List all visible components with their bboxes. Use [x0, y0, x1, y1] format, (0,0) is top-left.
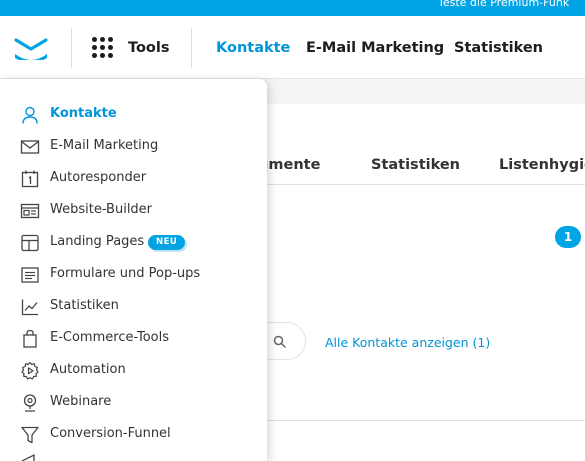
nav-email-marketing[interactable]: E-Mail Marketing	[306, 40, 444, 56]
user-icon	[22, 106, 38, 124]
menu-item-label: Webinare	[50, 394, 112, 409]
menu-item-webinare[interactable]: Webinare	[0, 389, 267, 417]
website-icon	[20, 203, 40, 219]
menu-item-autoresponder[interactable]: Autoresponder	[0, 165, 267, 193]
header-divider	[71, 28, 72, 68]
menu-item-label: Landing Pages	[50, 234, 145, 249]
menu-item-statistiken[interactable]: Statistiken	[0, 293, 267, 321]
menu-item-label: E-Mail Marketing	[50, 138, 159, 153]
app-header: Tools Kontakte E-Mail Marketing Statisti…	[0, 16, 585, 79]
menu-item-label: Kontakte	[50, 106, 117, 121]
menu-item-email-marketing[interactable]: E-Mail Marketing	[0, 133, 267, 161]
menu-item-automation[interactable]: Automation	[0, 357, 267, 385]
menu-item-website-builder[interactable]: Website-Builder	[0, 197, 267, 225]
search-icon	[273, 335, 286, 348]
layout-icon	[21, 234, 39, 252]
all-contacts-link[interactable]: Alle Kontakte anzeigen (1)	[325, 335, 490, 350]
new-badge: NEU	[148, 235, 186, 250]
envelope-icon	[20, 140, 40, 154]
chart-icon	[21, 299, 38, 316]
count-badge: 1	[555, 226, 581, 248]
menu-item-ecommerce-tools[interactable]: E-Commerce-Tools	[0, 325, 267, 353]
tab-statistiken[interactable]: Statistiken	[371, 157, 460, 173]
logo-icon[interactable]	[14, 36, 48, 60]
menu-item-label: Automation	[50, 362, 126, 377]
menu-item-kontakte[interactable]: Kontakte	[0, 101, 267, 129]
menu-item-landing-pages[interactable]: Landing Pages NEU	[0, 229, 267, 257]
megaphone-icon	[21, 453, 35, 461]
nav-kontakte[interactable]: Kontakte	[216, 40, 290, 56]
tab-listenhygiene[interactable]: Listenhygie	[499, 157, 585, 173]
promo-banner-text[interactable]: Teste die Premium-Funk	[438, 0, 569, 9]
webcam-icon	[23, 394, 37, 412]
form-icon	[21, 267, 39, 283]
tools-dropdown-menu: Kontakte E-Mail Marketing Autoresponder …	[0, 79, 267, 461]
shopping-bag-icon	[23, 329, 37, 348]
tools-label: Tools	[128, 40, 170, 56]
menu-item-label: Website-Builder	[50, 202, 153, 217]
tab-segmente[interactable]: gmente	[258, 157, 320, 173]
promo-banner[interactable]: Teste die Premium-Funk	[0, 0, 585, 16]
funnel-icon	[21, 426, 39, 444]
tools-menu-button[interactable]: Tools	[92, 37, 170, 59]
menu-item-forms-popups[interactable]: Formulare und Pop-ups	[0, 261, 267, 289]
menu-item-label: E-Commerce-Tools	[50, 330, 169, 345]
header-divider	[191, 28, 192, 68]
menu-item-label: Statistiken	[50, 298, 119, 313]
menu-item-label: Conversion-Funnel	[50, 426, 171, 441]
apps-grid-icon	[92, 37, 114, 59]
menu-item-label: Formulare und Pop-ups	[50, 266, 201, 281]
calendar-icon	[21, 170, 39, 188]
menu-item-label: Autoresponder	[50, 170, 147, 185]
nav-statistiken[interactable]: Statistiken	[454, 40, 543, 56]
automation-icon	[21, 361, 39, 380]
menu-item-conversion-funnel[interactable]: Conversion-Funnel	[0, 421, 267, 449]
